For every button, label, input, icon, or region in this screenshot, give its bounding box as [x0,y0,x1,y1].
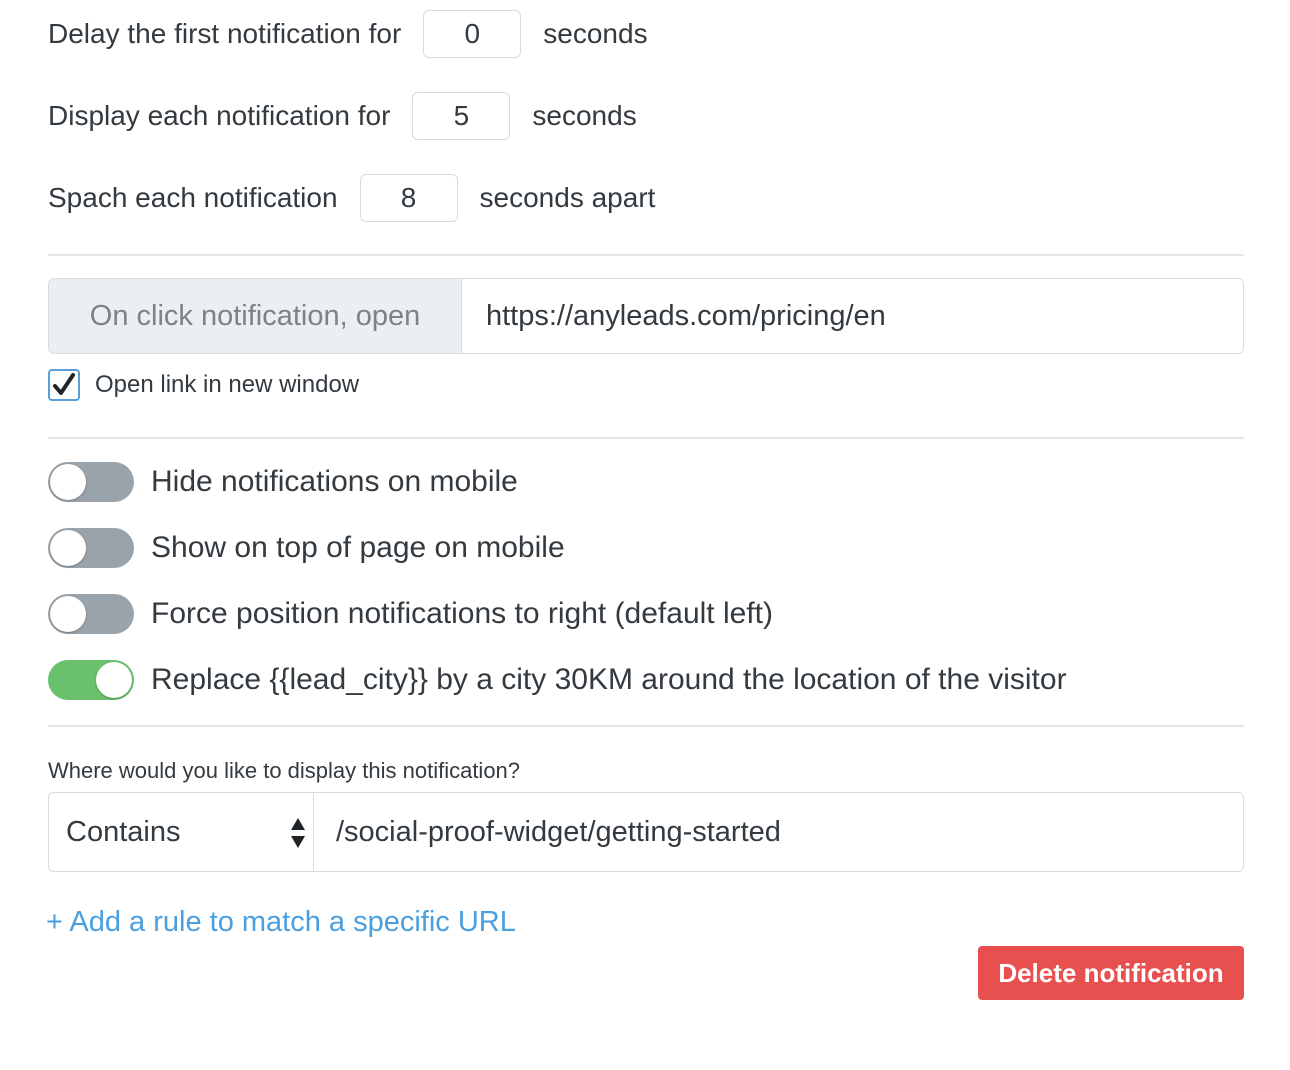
divider [48,725,1244,727]
new-window-checkbox[interactable] [48,369,80,401]
force-right-toggle[interactable] [48,594,134,634]
click-url-group: On click notification, open [48,278,1244,354]
match-type-value: Contains [66,815,181,848]
display-row: Display each notification for seconds [48,91,637,141]
toggle-row-replace-city: Replace {{lead_city}} by a city 30KM aro… [48,660,1067,700]
top-mobile-toggle[interactable] [48,528,134,568]
toggle-knob [96,662,132,698]
toggle-row-top-mobile: Show on top of page on mobile [48,528,565,568]
replace-city-label: Replace {{lead_city}} by a city 30KM aro… [151,663,1067,696]
click-url-input[interactable] [462,279,1243,353]
delay-unit: seconds [543,18,648,49]
match-type-select[interactable]: Contains [49,793,314,871]
display-seconds-input[interactable] [412,92,511,140]
toggle-row-hide-mobile: Hide notifications on mobile [48,462,518,502]
new-window-label: Open link in new window [95,371,360,398]
toggle-knob [50,464,86,500]
select-updown-icon [291,818,305,848]
replace-city-toggle[interactable] [48,660,134,700]
top-mobile-label: Show on top of page on mobile [151,531,565,564]
checkmark-icon [53,373,75,395]
url-path-input[interactable] [314,793,1243,871]
display-rule-group: Contains [48,792,1244,872]
divider [48,437,1244,439]
delete-notification-button[interactable]: Delete notification [978,946,1244,1000]
space-row: Spach each notification seconds apart [48,173,655,223]
delay-label: Delay the first notification for [48,18,402,49]
display-unit: seconds [532,100,637,131]
space-unit: seconds apart [479,182,656,213]
delay-seconds-input[interactable] [423,10,522,58]
display-location-question: Where would you like to display this not… [48,758,521,783]
force-right-label: Force position notifications to right (d… [151,597,773,630]
click-url-addon: On click notification, open [49,279,462,353]
space-seconds-input[interactable] [359,174,458,222]
divider [48,254,1244,256]
add-url-rule-link[interactable]: + Add a rule to match a specific URL [46,906,516,939]
toggle-row-force-right: Force position notifications to right (d… [48,594,773,634]
toggle-knob [50,596,86,632]
hide-mobile-label: Hide notifications on mobile [151,465,518,498]
hide-mobile-toggle[interactable] [48,462,134,502]
space-label: Spach each notification [48,182,338,213]
delay-row: Delay the first notification for seconds [48,9,648,59]
toggle-knob [50,530,86,566]
new-window-option: Open link in new window [48,368,359,402]
display-label: Display each notification for [48,100,391,131]
